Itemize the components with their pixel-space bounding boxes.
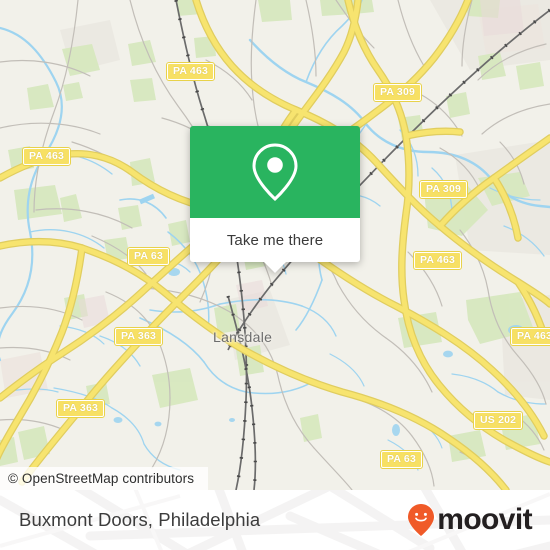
moovit-wordmark: moovit bbox=[437, 503, 532, 536]
footer-bar: Buxmont Doors, Philadelphia moovit bbox=[0, 490, 550, 550]
city-label-lansdale: Lansdale bbox=[213, 329, 273, 345]
moovit-logo[interactable]: moovit bbox=[406, 503, 533, 537]
map-pin-icon bbox=[252, 143, 298, 202]
road-shield[interactable]: PA 463 bbox=[21, 147, 72, 166]
road-shield[interactable]: PA 309 bbox=[372, 83, 423, 102]
map-canvas[interactable]: Lansdale PA 463 PA 309 PA 463 PA 309 PA … bbox=[0, 0, 550, 490]
osm-attribution[interactable]: © OpenStreetMap contributors bbox=[0, 467, 209, 490]
popup-action-bar[interactable]: Take me there bbox=[190, 218, 360, 273]
map-screenshot: Lansdale PA 463 PA 309 PA 463 PA 309 PA … bbox=[0, 0, 550, 550]
road-shield[interactable]: PA 309 bbox=[418, 180, 469, 199]
popup-pointer-tail bbox=[264, 262, 286, 273]
popup-header bbox=[190, 126, 360, 218]
road-shield[interactable]: US 202 bbox=[472, 411, 524, 430]
road-shield[interactable]: PA 363 bbox=[113, 327, 164, 346]
road-shield[interactable]: PA 63 bbox=[379, 450, 424, 469]
road-shield[interactable]: PA 463 bbox=[509, 327, 550, 346]
location-popup-card[interactable]: Take me there bbox=[190, 126, 360, 273]
road-shield[interactable]: PA 363 bbox=[55, 399, 106, 418]
road-shield[interactable]: PA 463 bbox=[165, 62, 216, 81]
place-title: Buxmont Doors, Philadelphia bbox=[19, 509, 261, 530]
take-me-there-label: Take me there bbox=[226, 231, 324, 249]
road-shield[interactable]: PA 63 bbox=[126, 247, 171, 266]
road-shield[interactable]: PA 463 bbox=[412, 251, 463, 270]
moovit-smiley-pin-icon bbox=[408, 504, 435, 536]
